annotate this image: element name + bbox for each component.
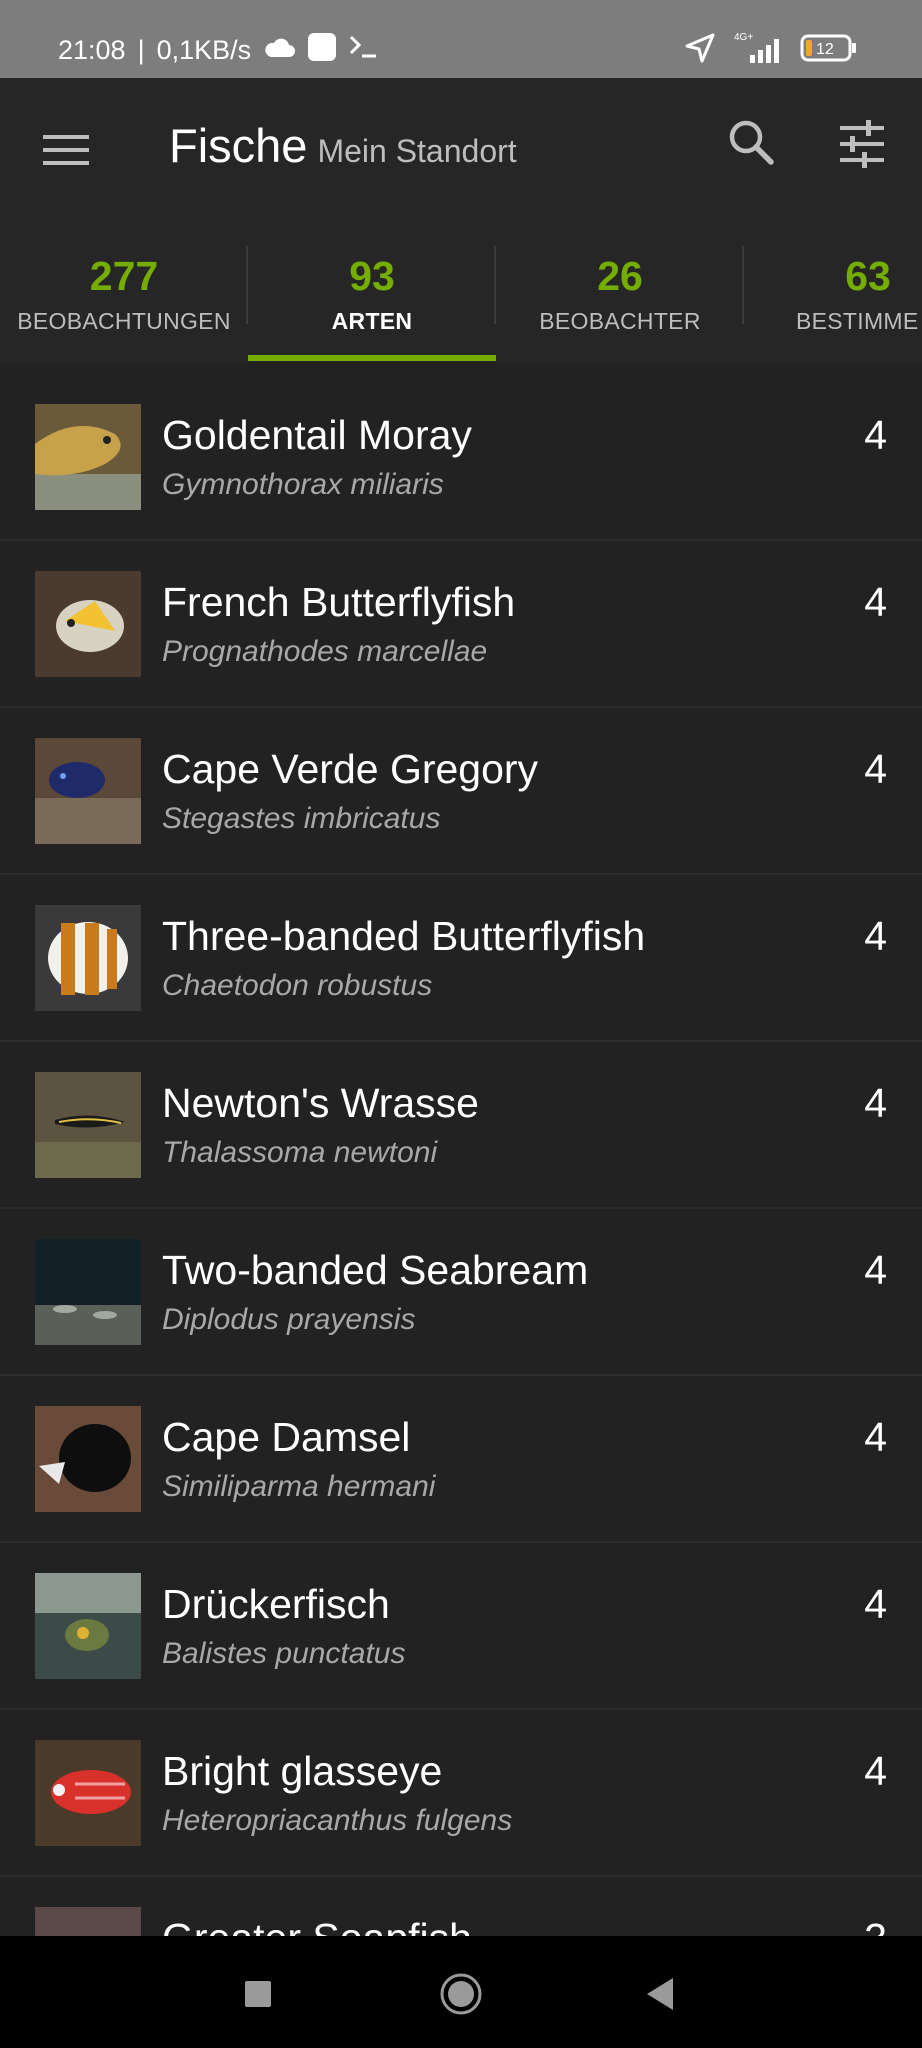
- common-name: Greater Soapfish: [162, 1915, 472, 1936]
- list-item[interactable]: Goldentail Moray Gymnothorax miliaris 4: [0, 374, 922, 541]
- scientific-name: Thalassoma newtoni: [162, 1136, 438, 1169]
- observation-count: 4: [864, 412, 887, 458]
- tab-label: BEOBACHTER: [539, 308, 701, 334]
- tab-count: 277: [89, 253, 159, 299]
- filter-button[interactable]: [838, 120, 892, 174]
- system-nav-bar: [0, 1936, 922, 2048]
- tab-species[interactable]: 93 ARTEN: [248, 232, 496, 362]
- species-photo: [35, 404, 141, 510]
- scientific-name: Diplodus prayensis: [162, 1303, 416, 1336]
- back-button[interactable]: [628, 1962, 692, 2026]
- species-photo: [35, 1072, 141, 1178]
- list-item[interactable]: Greater Soapfish 3: [0, 1877, 922, 1936]
- observation-count: 4: [864, 913, 887, 959]
- scientific-name: Gymnothorax miliaris: [162, 468, 444, 501]
- list-item[interactable]: Two-banded Seabream Diplodus prayensis 4: [0, 1209, 922, 1376]
- status-left: 21:08 | 0,1KB/s: [58, 30, 379, 70]
- observation-count: 4: [864, 1748, 887, 1794]
- tab-observations[interactable]: 277 BEOBACHTUNGEN: [0, 232, 248, 362]
- recents-button[interactable]: [226, 1962, 290, 2026]
- tab-identifiers[interactable]: 63 BESTIMME: [744, 232, 922, 362]
- species-photo: [35, 571, 141, 677]
- terminal-icon: [349, 34, 379, 67]
- menu-button[interactable]: [40, 124, 92, 176]
- observation-count: 4: [864, 1414, 887, 1460]
- square-icon: [245, 1981, 271, 2007]
- common-name: Newton's Wrasse: [162, 1080, 479, 1126]
- stats-tabs: 277 BEOBACHTUNGEN 93 ARTEN 26 BEOBACHTER…: [0, 232, 922, 362]
- search-button[interactable]: [725, 116, 779, 170]
- location-subtitle: Mein Standort: [317, 133, 517, 169]
- observation-count: 4: [864, 1581, 887, 1627]
- tab-observers[interactable]: 26 BEOBACHTER: [496, 232, 744, 362]
- species-photo: [35, 1239, 141, 1345]
- scientific-name: Prognathodes marcellae: [162, 635, 488, 668]
- home-button[interactable]: [429, 1962, 493, 2026]
- page-title: Fische Mein Standort: [169, 118, 517, 173]
- common-name: Cape Verde Gregory: [162, 746, 539, 792]
- scientific-name: Similiparma hermani: [162, 1470, 436, 1503]
- species-photo: [35, 1573, 141, 1679]
- status-divider: |: [137, 34, 145, 65]
- species-photo: [35, 1406, 141, 1512]
- species-photo: [35, 905, 141, 1011]
- search-icon: [729, 120, 774, 165]
- tab-count: 26: [597, 253, 643, 299]
- network-type: 4G+: [734, 32, 753, 43]
- status-time: 21:08: [58, 34, 126, 65]
- list-item[interactable]: Bright glasseye Heteropriacanthus fulgen…: [0, 1710, 922, 1877]
- scientific-name: Heteropriacanthus fulgens: [162, 1804, 513, 1837]
- species-photo: [35, 1740, 141, 1846]
- tab-label: BEOBACHTUNGEN: [17, 308, 231, 334]
- scientific-name: Stegastes imbricatus: [162, 802, 441, 835]
- observation-count: 4: [864, 579, 887, 625]
- observation-count: 4: [864, 1247, 887, 1293]
- species-photo: [35, 1907, 141, 1936]
- tab-label: ARTEN: [331, 308, 413, 334]
- species-photo: [35, 738, 141, 844]
- list-item[interactable]: Three-banded Butterflyfish Chaetodon rob…: [0, 875, 922, 1042]
- common-name: French Butterflyfish: [162, 579, 516, 625]
- common-name: Two-banded Seabream: [162, 1247, 589, 1293]
- signal-icon: 4G+: [730, 31, 786, 70]
- home-circle-icon: [440, 1973, 482, 2015]
- observation-count: 3: [864, 1915, 887, 1936]
- back-triangle-icon: [647, 1978, 673, 2010]
- status-right: 4G+ 12: [684, 30, 858, 70]
- observation-count: 4: [864, 746, 887, 792]
- tab-count: 93: [349, 253, 395, 299]
- status-speed: 0,1KB/s: [156, 34, 252, 65]
- common-name: Goldentail Moray: [162, 412, 472, 458]
- app-square-icon: [307, 32, 337, 69]
- list-item[interactable]: Cape Verde Gregory Stegastes imbricatus …: [0, 708, 922, 875]
- common-name: Bright glasseye: [162, 1748, 443, 1794]
- common-name: Three-banded Butterflyfish: [162, 913, 646, 959]
- hamburger-icon: [43, 135, 89, 165]
- list-item[interactable]: Cape Damsel Similiparma hermani 4: [0, 1376, 922, 1543]
- list-item[interactable]: French Butterflyfish Prognathodes marcel…: [0, 541, 922, 708]
- species-list: Goldentail Moray Gymnothorax miliaris 4 …: [0, 374, 922, 1936]
- list-item[interactable]: Newton's Wrasse Thalassoma newtoni 4: [0, 1042, 922, 1209]
- list-item[interactable]: Drückerfisch Balistes punctatus 4: [0, 1543, 922, 1710]
- scientific-name: Chaetodon robustus: [162, 969, 433, 1002]
- observation-count: 4: [864, 1080, 887, 1126]
- common-name: Cape Damsel: [162, 1414, 411, 1460]
- filter-sliders-icon: [840, 120, 884, 168]
- tab-count: 63: [845, 253, 891, 299]
- common-name: Drückerfisch: [162, 1581, 390, 1627]
- status-bar: 21:08 | 0,1KB/s 4G+ 12: [0, 0, 922, 78]
- battery-icon: 12: [800, 33, 858, 68]
- active-tab-indicator: [248, 355, 496, 361]
- location-arrow-icon: [684, 32, 716, 69]
- battery-level: 12: [816, 41, 834, 58]
- title-text: Fische: [169, 119, 308, 172]
- app-bar: Fische Mein Standort: [0, 78, 922, 232]
- cloud-icon: [263, 35, 296, 66]
- tab-label: BESTIMME: [796, 308, 919, 334]
- scientific-name: Balistes punctatus: [162, 1637, 406, 1670]
